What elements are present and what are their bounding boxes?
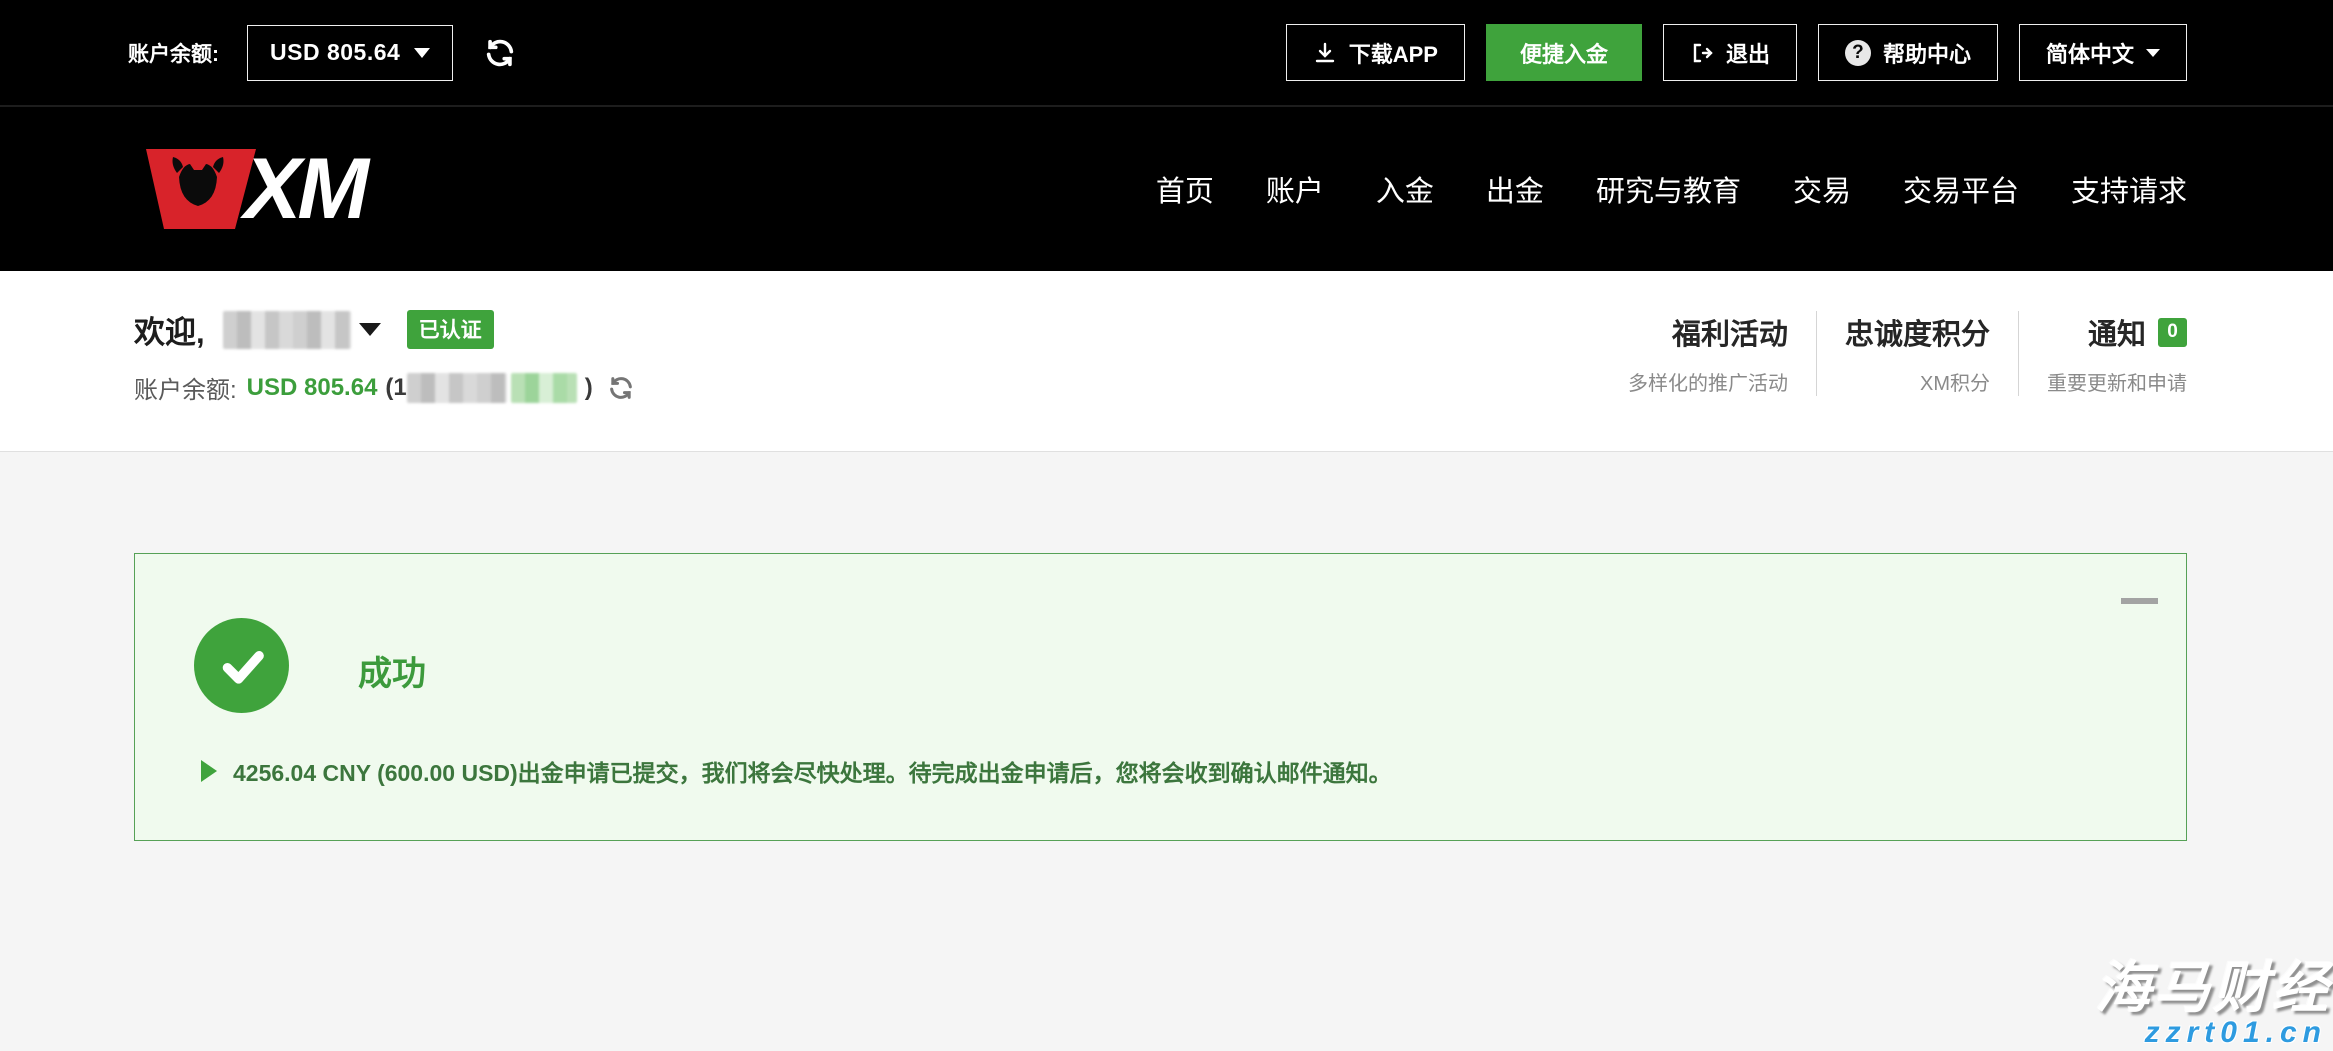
xm-logo[interactable]: XM xyxy=(132,143,365,235)
account-switch-caret-icon[interactable] xyxy=(359,323,381,336)
notifications-subtitle: 重要更新和申请 xyxy=(2047,367,2187,396)
chevron-down-icon xyxy=(2146,49,2160,57)
account-balance-line: 账户余额: USD 805.64 (1 ) xyxy=(134,370,635,405)
loyalty-title: 忠诚度积分 xyxy=(1845,311,1990,353)
notifications-link[interactable]: 通知 0 重要更新和申请 xyxy=(2018,311,2187,396)
welcome-strip: 欢迎, 已认证 账户余额: USD 805.64 (1 ) xyxy=(0,271,2333,452)
username-redacted xyxy=(223,311,351,349)
verified-badge: 已认证 xyxy=(407,310,494,349)
success-title: 成功 xyxy=(358,646,426,695)
nav-menu: 首页 账户 入金 出金 研究与教育 交易 交易平台 支持请求 xyxy=(1156,168,2187,210)
refresh-account-icon[interactable] xyxy=(607,374,635,402)
nav-item-support[interactable]: 支持请求 xyxy=(2071,168,2187,210)
promotions-subtitle: 多样化的推广活动 xyxy=(1628,367,1788,396)
account-number-open: (1 xyxy=(385,374,406,402)
triangle-bullet-icon xyxy=(201,760,217,782)
logout-button[interactable]: 退出 xyxy=(1663,24,1797,81)
download-app-label: 下载APP xyxy=(1349,37,1438,69)
page: 账户余额: USD 805.64 下载APP 便捷入金 xyxy=(0,0,2333,1051)
main-content: 成功 4256.04 CNY (600.00 USD)出金申请已提交，我们将会尽… xyxy=(0,452,2333,1051)
language-selector[interactable]: 简体中文 xyxy=(2019,24,2187,81)
welcome-info: 欢迎, 已认证 账户余额: USD 805.64 (1 ) xyxy=(134,307,635,405)
download-icon xyxy=(1313,41,1337,65)
xm-bull-emblem-icon xyxy=(132,143,262,235)
quick-deposit-button[interactable]: 便捷入金 xyxy=(1486,24,1642,81)
nav-item-platforms[interactable]: 交易平台 xyxy=(1903,168,2019,210)
success-message: 4256.04 CNY (600.00 USD)出金申请已提交，我们将会尽快处理… xyxy=(233,754,1392,788)
success-alert: 成功 4256.04 CNY (600.00 USD)出金申请已提交，我们将会尽… xyxy=(134,553,2187,841)
balance-value: USD 805.64 xyxy=(270,39,400,66)
greeting-text: 欢迎, xyxy=(134,307,205,352)
language-label: 简体中文 xyxy=(2046,37,2134,69)
promotions-link[interactable]: 福利活动 多样化的推广活动 xyxy=(1600,311,1816,396)
top-actions: 下载APP 便捷入金 退出 ? 帮助中心 简体中文 xyxy=(1286,24,2187,81)
promotions-title: 福利活动 xyxy=(1672,311,1788,353)
nav-item-home[interactable]: 首页 xyxy=(1156,168,1214,210)
notifications-title: 通知 xyxy=(2088,311,2146,353)
loyalty-subtitle: XM积分 xyxy=(1845,367,1990,396)
success-message-row: 4256.04 CNY (600.00 USD)出金申请已提交，我们将会尽快处理… xyxy=(201,754,1392,788)
nav-item-accounts[interactable]: 账户 xyxy=(1266,168,1324,210)
question-circle-icon: ? xyxy=(1845,40,1871,66)
loyalty-points-link[interactable]: 忠诚度积分 XM积分 xyxy=(1816,311,2018,396)
help-center-label: 帮助中心 xyxy=(1883,37,1971,69)
notifications-count-badge: 0 xyxy=(2158,318,2187,347)
xm-logo-text: XM xyxy=(244,146,365,232)
account-balance-group: 账户余额: USD 805.64 xyxy=(128,25,517,81)
account-number-close: ) xyxy=(585,374,593,402)
welcome-quick-links: 福利活动 多样化的推广活动 忠诚度积分 XM积分 通知 0 重要更新和申请 xyxy=(1600,311,2187,396)
watermark-url: zzrt01.cn xyxy=(2095,1016,2333,1049)
logout-label: 退出 xyxy=(1726,37,1770,69)
top-utility-bar: 账户余额: USD 805.64 下载APP 便捷入金 xyxy=(0,0,2333,105)
nav-item-trading[interactable]: 交易 xyxy=(1793,168,1851,210)
balance-label: 账户余额: xyxy=(128,38,219,68)
nav-item-research-education[interactable]: 研究与教育 xyxy=(1596,168,1741,210)
watermark-cn: 海马财经 xyxy=(2095,960,2333,1016)
account-number-redacted xyxy=(407,373,507,403)
nav-item-withdraw[interactable]: 出金 xyxy=(1486,168,1544,210)
nav-item-deposit[interactable]: 入金 xyxy=(1376,168,1434,210)
help-center-button[interactable]: ? 帮助中心 xyxy=(1818,24,1998,81)
balance-value: USD 805.64 xyxy=(247,374,378,402)
download-app-button[interactable]: 下载APP xyxy=(1286,24,1465,81)
watermark: 海马财经 zzrt01.cn xyxy=(2095,960,2333,1049)
quick-deposit-label: 便捷入金 xyxy=(1520,37,1608,69)
account-type-redacted xyxy=(511,373,577,403)
chevron-down-icon xyxy=(414,48,430,58)
main-navbar: XM 首页 账户 入金 出金 研究与教育 交易 交易平台 支持请求 xyxy=(0,105,2333,271)
logout-icon xyxy=(1690,41,1714,65)
refresh-balance-icon[interactable] xyxy=(483,36,517,70)
success-check-icon xyxy=(194,618,289,713)
balance-dropdown[interactable]: USD 805.64 xyxy=(247,25,453,81)
collapse-minus-icon[interactable] xyxy=(2121,598,2158,604)
balance-label: 账户余额: xyxy=(134,370,237,405)
